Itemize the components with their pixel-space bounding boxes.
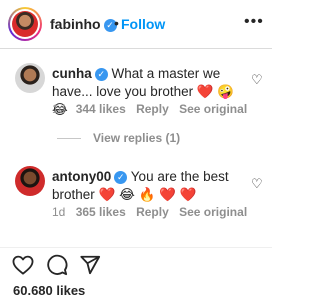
comment-emojis: ❤️ 😂 🔥 ❤️ ❤️ — [98, 187, 197, 202]
like-heart-icon[interactable] — [12, 255, 34, 275]
comment-likes[interactable]: 344 likes — [76, 102, 126, 116]
view-replies-button[interactable]: View replies (1) — [57, 131, 180, 145]
see-original-button[interactable]: See original — [179, 205, 247, 219]
post-like-count[interactable]: 60.680 likes — [13, 283, 85, 298]
header-divider — [0, 48, 272, 49]
comment-meta: 1d 344 likes Reply See original — [52, 102, 254, 116]
commenter-avatar[interactable] — [15, 63, 45, 93]
view-replies-line — [57, 138, 81, 140]
reply-button[interactable]: Reply — [136, 102, 169, 116]
share-send-icon[interactable] — [79, 254, 101, 276]
like-comment-heart-icon[interactable]: ♡ — [251, 176, 263, 192]
author-username-text[interactable]: fabinho — [50, 16, 101, 32]
comment-meta: 1d 365 likes Reply See original — [52, 205, 254, 219]
commenter-avatar[interactable] — [15, 166, 45, 196]
author-avatar[interactable] — [8, 7, 42, 41]
comment-body: antony00 ✓ You are the best brother ❤️ 😂 … — [52, 168, 252, 204]
comment-likes[interactable]: 365 likes — [76, 205, 126, 219]
comment-bubble-icon[interactable] — [46, 254, 68, 276]
like-comment-heart-icon[interactable]: ♡ — [251, 72, 263, 88]
avatar-photo — [12, 11, 38, 37]
commenter-username[interactable]: cunha — [52, 66, 92, 81]
post-action-bar — [0, 248, 272, 278]
view-replies-label[interactable]: View replies (1) — [93, 131, 180, 145]
see-original-button[interactable]: See original — [179, 102, 247, 116]
comment-time[interactable]: 1d — [52, 102, 65, 116]
author-username[interactable]: fabinho ✓ — [50, 16, 117, 32]
commenter-username[interactable]: antony00 — [52, 169, 111, 184]
comment-time[interactable]: 1d — [52, 205, 65, 219]
follow-button[interactable]: Follow — [121, 16, 165, 32]
header-separator: • — [114, 15, 119, 31]
post-header: fabinho ✓ • Follow ••• — [0, 0, 272, 48]
verified-badge-icon: ✓ — [94, 68, 108, 81]
reply-button[interactable]: Reply — [136, 205, 169, 219]
more-horizontal-icon[interactable]: ••• — [244, 13, 264, 31]
verified-badge-icon: ✓ — [114, 171, 128, 184]
